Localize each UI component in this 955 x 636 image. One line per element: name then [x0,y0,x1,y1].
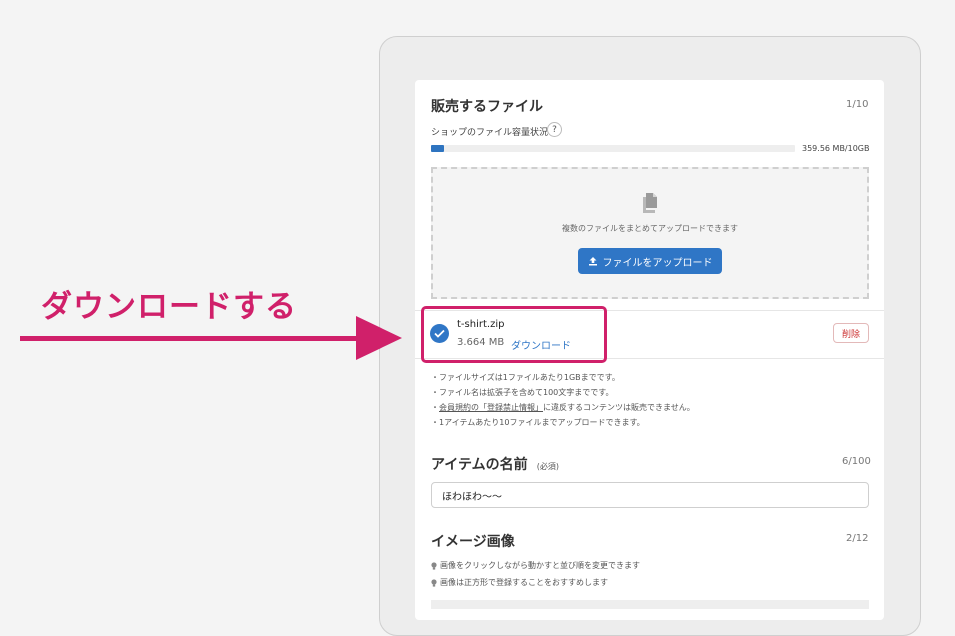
upload-button-label: ファイルをアップロード [602,257,713,269]
callout-label: ダウンロードする [41,289,297,325]
image-tip: 画像は正方形で登録することをおすすめします [431,577,608,588]
capacity-text: 359.56 MB/10GB [802,144,870,153]
capacity-bar [431,145,795,152]
image-tip-text: 画像をクリックしながら動かすと並び順を変更できます [440,561,640,570]
lightbulb-icon [431,561,437,570]
item-name-input[interactable]: ほわほわ〜〜 [431,482,869,508]
capacity-bar-fill [431,145,444,152]
notes: ・ファイルサイズは1ファイルあたり1GBまでです。 ・ファイル名は拡張子を含めて… [431,370,695,430]
image-tip-text: 画像は正方形で登録することをおすすめします [440,578,608,587]
highlight-box [421,306,607,363]
files-count: 1/10 [846,99,869,110]
upload-icon [588,257,597,266]
item-name-count: 6/100 [842,456,871,467]
files-section-title: 販売するファイル [431,99,543,115]
arrow-line [20,336,362,341]
note-line: ・ファイルサイズは1ファイルあたり1GBまでです。 [431,373,620,382]
files-icon [643,193,657,213]
help-icon[interactable]: ? [547,122,562,137]
image-dropzone[interactable] [431,600,869,609]
item-name-heading: アイテムの名前 (必須) [431,454,559,474]
terms-link[interactable]: 会員規約の「登録禁止情報」 [439,403,543,412]
lightbulb-icon [431,578,437,587]
capacity-label: ショップのファイル容量状況 [431,128,549,138]
dropzone-text: 複数のファイルをまとめてアップロードできます [562,224,738,233]
note-text: に違反するコンテンツは販売できません。 [543,403,695,412]
note-line: ・1アイテムあたり10ファイルまでアップロードできます。 [431,418,645,427]
arrow-icon [356,316,402,360]
image-section-title: イメージ画像 [431,534,515,550]
upload-button[interactable]: ファイルをアップロード [578,248,722,274]
note-line: ・会員規約の「登録禁止情報」に違反するコンテンツは販売できません。 [431,400,695,415]
note-line: ・ファイル名は拡張子を含めて100文字までです。 [431,388,614,397]
note-bullet: ・ [431,403,439,412]
image-tip: 画像をクリックしながら動かすと並び順を変更できます [431,560,640,571]
image-count: 2/12 [846,533,869,544]
required-badge: (必須) [536,462,559,471]
delete-button[interactable]: 削除 [833,323,869,343]
item-name-title: アイテムの名前 [431,457,528,473]
file-dropzone[interactable]: 複数のファイルをまとめてアップロードできます ファイルをアップロード [431,167,869,299]
